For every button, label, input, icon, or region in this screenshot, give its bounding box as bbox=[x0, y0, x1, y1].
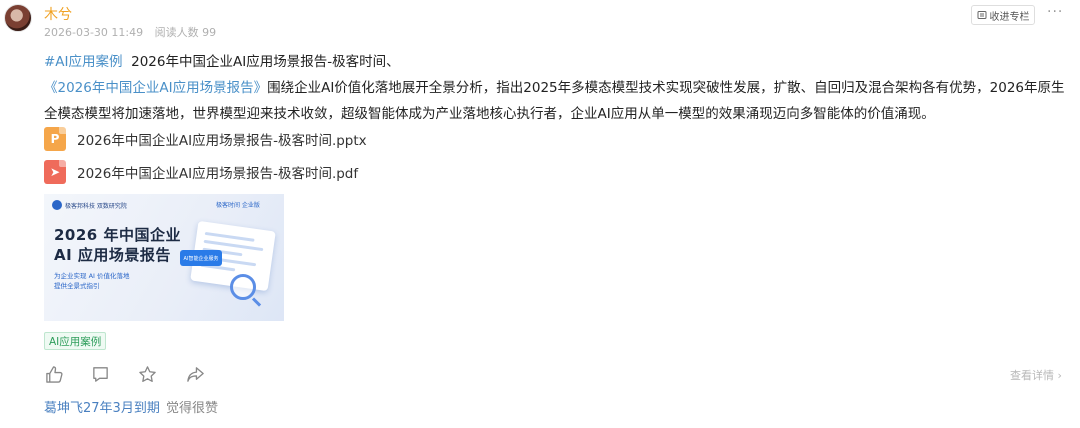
ppt-file-icon: P bbox=[44, 127, 66, 151]
cover-logo-left: 极客邦科技 双数研究院 bbox=[52, 200, 127, 210]
like-button[interactable] bbox=[44, 364, 64, 384]
topic-tag[interactable]: AI应用案例 bbox=[44, 332, 107, 350]
read-count: 阅读人数 99 bbox=[154, 26, 217, 39]
attachment-name: 2026年中国企业AI应用场景报告-极客时间.pptx bbox=[77, 133, 367, 149]
attachment-pdf[interactable]: ➤ 2026年中国企业AI应用场景报告-极客时间.pdf bbox=[44, 160, 358, 184]
attachment-name: 2026年中国企业AI应用场景报告-极客时间.pdf bbox=[77, 166, 359, 182]
cover-subtitle-line1: 为企业实现 AI 价值化落地 bbox=[54, 272, 130, 280]
cover-title-line1: 2026 年中国企业 bbox=[54, 226, 181, 244]
collect-label: 收进专栏 bbox=[989, 11, 1030, 23]
post-date: 2026-03-30 11:49 bbox=[44, 26, 144, 39]
cover-chip: AI智能企业服务 bbox=[180, 250, 222, 266]
collect-icon bbox=[977, 11, 986, 19]
report-cover-image[interactable]: 极客邦科技 双数研究院 极客时间 企业版 2026 年中国企业 AI 应用场景报… bbox=[44, 194, 284, 321]
post-content: #AI应用案例 2026年中国企业AI应用场景报告-极客时间、 《2026年中国… bbox=[44, 49, 1074, 127]
view-details-link[interactable]: 查看详情 › bbox=[1010, 367, 1062, 383]
more-options-button[interactable]: ··· bbox=[1047, 4, 1063, 20]
collect-to-column-button[interactable]: 收进专栏 bbox=[971, 5, 1035, 25]
magnifier-icon bbox=[230, 274, 256, 300]
pdf-file-icon: ➤ bbox=[44, 160, 66, 184]
comment-icon bbox=[92, 366, 108, 382]
post-headline: 2026年中国企业AI应用场景报告-极客时间、 bbox=[131, 54, 400, 70]
comment-button[interactable] bbox=[90, 364, 110, 384]
attachment-pptx[interactable]: P 2026年中国企业AI应用场景报告-极客时间.pptx bbox=[44, 127, 367, 151]
cover-logo-right: 极客时间 企业版 bbox=[216, 202, 260, 209]
report-title-link[interactable]: 《2026年中国企业AI应用场景报告》 bbox=[44, 80, 267, 96]
comment-text: 觉得很赞 bbox=[165, 401, 218, 416]
author-name[interactable]: 木兮 bbox=[44, 4, 72, 24]
share-button[interactable] bbox=[185, 364, 205, 384]
cover-subtitle-line2: 提供全景式指引 bbox=[54, 282, 100, 290]
thumbs-up-icon bbox=[45, 365, 63, 383]
star-icon bbox=[138, 365, 156, 382]
commenter-name[interactable]: 葛坤飞27年3月到期 bbox=[44, 401, 160, 416]
favorite-button[interactable] bbox=[137, 364, 157, 384]
author-avatar[interactable] bbox=[4, 4, 32, 32]
chevron-right-icon: › bbox=[1054, 369, 1062, 382]
hashtag-link[interactable]: #AI应用案例 bbox=[44, 54, 123, 70]
share-icon bbox=[186, 366, 204, 382]
cover-title-line2: AI 应用场景报告 bbox=[54, 246, 171, 264]
comment-item: 葛坤飞27年3月到期 觉得很赞 bbox=[44, 397, 218, 416]
post-meta: 2026-03-30 11:49 阅读人数 99 bbox=[44, 24, 224, 40]
